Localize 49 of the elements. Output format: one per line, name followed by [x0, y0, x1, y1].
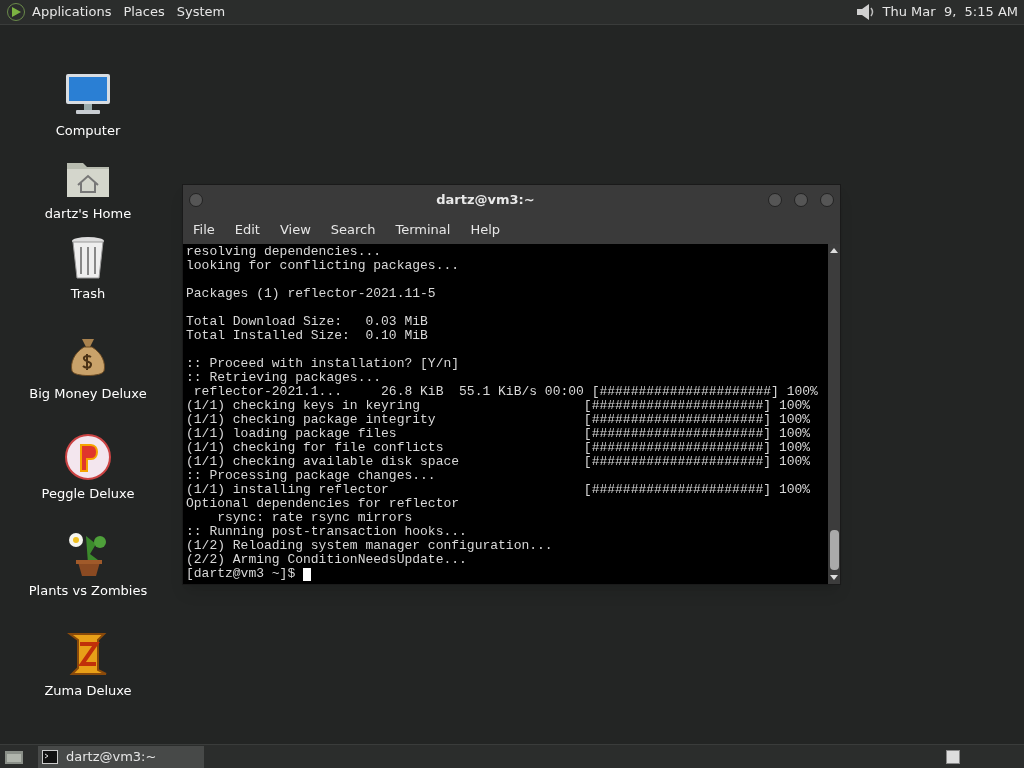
- panel-menu[interactable]: Applications: [32, 2, 112, 22]
- terminal-line: :: Retrieving packages...: [186, 371, 382, 385]
- scrollbar[interactable]: [828, 244, 840, 584]
- panel-menu[interactable]: Places: [123, 2, 165, 22]
- terminal-line: Total Installed Size: 0.10 MiB: [186, 329, 428, 343]
- terminal-line: reflector-2021.1... 26.8 KiB 55.1 KiB/s 00:00 [######################] 100%: [192, 385, 818, 399]
- terminal-line: :: Running post-transaction hooks...: [186, 525, 467, 539]
- terminal-line: (1/1) checking package integrity [######################] 100%: [186, 413, 811, 427]
- desktop-icon-label[interactable]: Trash: [70, 284, 106, 304]
- terminal-icon: [42, 749, 58, 764]
- terminal-line: Optional dependencies for reflector: [186, 497, 460, 511]
- terminal-line: :: Processing package changes...: [186, 469, 436, 483]
- scroll-thumb[interactable]: [829, 530, 839, 570]
- clock[interactable]: Thu Mar 9, 5:15 AM: [882, 2, 1018, 22]
- scroll-up-icon[interactable]: [830, 247, 838, 255]
- terminal-line: (1/1) loading package files [######################] 100%: [186, 427, 811, 441]
- menu-item[interactable]: Terminal: [395, 219, 451, 240]
- terminal-line: rsync: rate rsync mirrors: [216, 511, 413, 525]
- menu-item[interactable]: File: [193, 219, 215, 240]
- menu-item[interactable]: Edit: [234, 219, 260, 240]
- desktop-icon-label[interactable]: Peggle Deluxe: [41, 484, 135, 504]
- terminal-line: Total Download Size: 0.03 MiB: [186, 315, 428, 329]
- menu-item[interactable]: Help: [470, 219, 501, 240]
- terminal-line: resolving dependencies...: [186, 245, 382, 259]
- logo-icon[interactable]: [6, 2, 26, 22]
- window-title: dartz@vm3:~: [435, 191, 536, 210]
- terminal-line: :: Proceed with installation? [Y/n]: [186, 357, 460, 371]
- taskbar-button[interactable]: dartz@vm3:~: [38, 745, 204, 768]
- desktop-icon-label[interactable]: Big Money Deluxe: [29, 384, 147, 404]
- scroll-down-icon[interactable]: [830, 573, 838, 581]
- terminal-line: (2/2) Arming ConditionNeedsUpdate...: [186, 553, 467, 567]
- desktop-icon-label[interactable]: Computer: [55, 121, 121, 141]
- panel-menu[interactable]: System: [176, 2, 226, 22]
- menu-item[interactable]: Search: [330, 219, 376, 240]
- terminal-line: looking for conflicting packages...: [186, 259, 460, 273]
- terminal-prompt: [dartz@vm3 ~]$: [186, 567, 296, 581]
- terminal-line: (1/1) checking keys in keyring [######################] 100%: [186, 399, 811, 413]
- terminal-line: (1/1) checking available disk space [######################] 100%: [186, 455, 811, 469]
- terminal-line: Packages (1) reflector-2021.11-5: [186, 287, 436, 301]
- desktop-icon-label[interactable]: Zuma Deluxe: [44, 681, 132, 701]
- workspace-switcher[interactable]: [946, 749, 960, 764]
- terminal-line: (1/1) installing reflector [######################] 100%: [186, 483, 811, 497]
- menu-item[interactable]: View: [279, 219, 311, 240]
- terminal-line: (1/1) checking for file conflicts [######################] 100%: [186, 441, 811, 455]
- desktop-icon-label[interactable]: dartz's Home: [44, 204, 132, 224]
- terminal-line: (1/2) Reloading system manager configuration...: [186, 539, 553, 553]
- text-cursor: [303, 567, 312, 581]
- desktop-icon-label[interactable]: Plants vs Zombies: [28, 581, 148, 601]
- show-desktop-icon[interactable]: [4, 748, 24, 765]
